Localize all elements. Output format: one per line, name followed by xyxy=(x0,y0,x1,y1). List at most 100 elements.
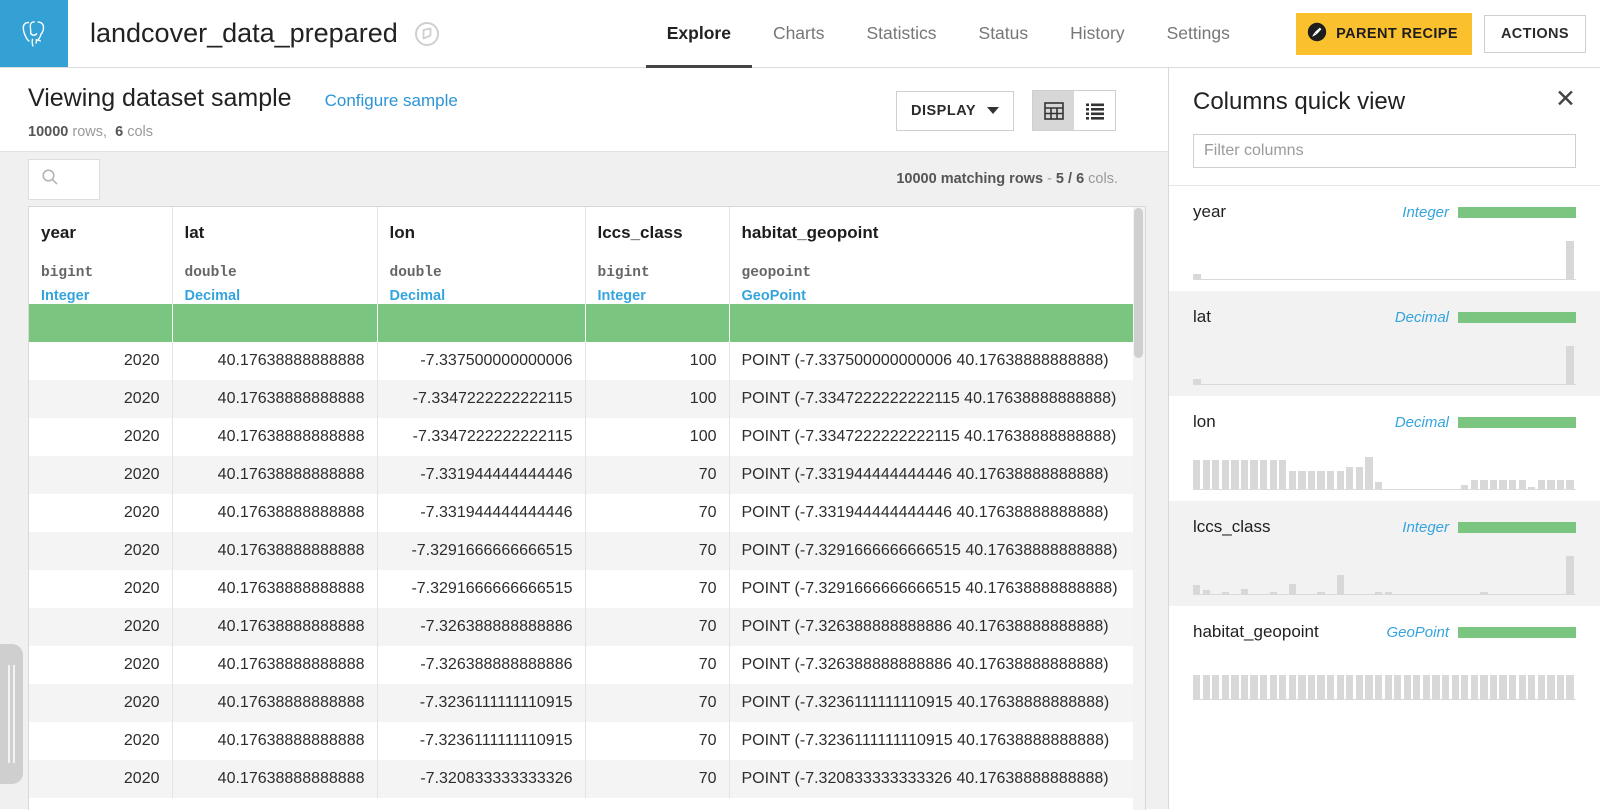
view-mode-toggle xyxy=(1032,90,1117,131)
histogram-bar xyxy=(1231,460,1239,489)
dataset-flag-icon[interactable] xyxy=(414,21,440,47)
cell-habitat_geopoint: POINT (-7.3236111111110915 40.1763888888… xyxy=(729,722,1145,760)
cell-lat: 40.17638888888888 xyxy=(172,532,378,570)
tab-statistics-label: Statistics xyxy=(866,22,937,43)
quick-view-quality-bar xyxy=(1458,626,1576,638)
column-sql-type: bigint xyxy=(597,265,650,281)
histogram-bar xyxy=(1317,471,1325,489)
column-meaning[interactable]: Decimal xyxy=(185,288,365,304)
histogram-bar xyxy=(1298,675,1306,699)
histogram-bar xyxy=(1279,675,1287,699)
table-row[interactable]: 2020 40.17638888888888 -7.326388888888886 7… xyxy=(29,646,1145,684)
table-row[interactable]: 2020 40.17638888888888 -7.3236111111110915… xyxy=(29,684,1145,722)
cell-lon: -7.326388888888886 xyxy=(377,646,586,684)
actions-button[interactable]: ACTIONS xyxy=(1483,14,1586,53)
cell-lccs_class: 100 xyxy=(585,342,730,380)
histogram-bar xyxy=(1231,675,1239,699)
column-meaning[interactable]: Decimal xyxy=(390,288,573,304)
table-row[interactable]: 2020 40.17638888888888 -7.331944444444446 7… xyxy=(29,494,1145,532)
cell-lccs_class: 70 xyxy=(585,570,730,608)
display-button[interactable]: DISPLAY xyxy=(896,90,1015,131)
postgres-elephant-icon[interactable] xyxy=(0,0,68,67)
table-scrollbar-thumb[interactable] xyxy=(1134,208,1143,358)
tab-settings[interactable]: Settings xyxy=(1146,1,1251,68)
column-meaning[interactable]: GeoPoint xyxy=(742,288,1133,304)
tab-status[interactable]: Status xyxy=(958,1,1050,68)
histogram-bar xyxy=(1556,480,1565,489)
table-row[interactable]: 2020 40.17638888888888 -7.3347222222222115… xyxy=(29,418,1145,456)
cell-habitat_geopoint: POINT (-7.320833333333326 40.17638888888… xyxy=(729,760,1145,798)
cell-year: 2020 xyxy=(29,608,173,646)
column-meaning[interactable]: Integer xyxy=(41,288,160,304)
cell-lon: -7.326388888888886 xyxy=(377,608,586,646)
dataset-title: landcover_data_prepared xyxy=(90,18,398,48)
column-header-lccs_class[interactable]: lccs_class bigint Integer xyxy=(585,207,730,304)
cell-year: 2020 xyxy=(29,722,173,760)
parent-recipe-button[interactable]: PARENT RECIPE xyxy=(1296,12,1472,55)
table-row[interactable]: 2020 40.17638888888888 -7.320833333333326 7… xyxy=(29,760,1145,798)
table-row[interactable]: 2020 40.17638888888888 -7.3291666666666515… xyxy=(29,532,1145,570)
histogram-bar xyxy=(1365,675,1373,699)
histogram-bar xyxy=(1202,675,1210,699)
table-row[interactable]: 2020 40.17638888888888 -7.3236111111110915… xyxy=(29,722,1145,760)
quick-view-item-habitat_geopoint[interactable]: habitat_geopoint GeoPoint xyxy=(1169,606,1600,711)
tab-charts[interactable]: Charts xyxy=(752,1,846,68)
quick-view-histogram xyxy=(1193,448,1576,490)
column-header-lon[interactable]: lon double Decimal xyxy=(377,207,586,304)
histogram-bar xyxy=(1508,675,1517,699)
table-row[interactable]: 2020 40.17638888888888 -7.3291666666666515… xyxy=(29,570,1145,608)
quick-view-column-name: lat xyxy=(1193,307,1211,326)
table-row[interactable]: 2020 40.17638888888888 -7.326388888888886 7… xyxy=(29,608,1145,646)
quick-view-histogram xyxy=(1193,658,1576,700)
quick-view-column-name: habitat_geopoint xyxy=(1193,622,1319,641)
list-view-icon[interactable] xyxy=(1074,91,1116,130)
histogram-bar xyxy=(1288,675,1297,699)
tab-statistics[interactable]: Statistics xyxy=(845,1,957,68)
table-row[interactable]: 2020 40.17638888888888 -7.331944444444446 7… xyxy=(29,456,1145,494)
quick-view-quality-bar xyxy=(1458,416,1576,428)
search-input[interactable] xyxy=(28,158,100,200)
quick-view-column-meaning: Integer xyxy=(1402,203,1449,221)
column-meaning[interactable]: Integer xyxy=(598,288,717,304)
histogram-bar xyxy=(1327,471,1335,489)
cell-lccs_class: 70 xyxy=(585,722,730,760)
histogram-bar xyxy=(1451,675,1459,699)
quick-view-item-lccs_class[interactable]: lccs_class Integer xyxy=(1169,501,1600,606)
quick-view-item-year[interactable]: year Integer xyxy=(1169,186,1600,291)
configure-sample-link[interactable]: Configure sample xyxy=(325,91,458,111)
topbar-actions: PARENT RECIPE ACTIONS xyxy=(1296,0,1600,67)
histogram-bar xyxy=(1470,480,1478,489)
quick-view-item-lon[interactable]: lon Decimal xyxy=(1169,396,1600,501)
column-header-lat[interactable]: lat double Decimal xyxy=(172,207,378,304)
tab-history[interactable]: History xyxy=(1049,1,1145,68)
grid-view-icon[interactable] xyxy=(1033,91,1075,130)
close-icon[interactable]: ✕ xyxy=(1555,87,1576,112)
histogram-bar xyxy=(1193,274,1201,279)
histogram-bar xyxy=(1489,675,1498,699)
histogram-bar xyxy=(1566,346,1574,384)
tab-charts-label: Charts xyxy=(772,22,825,43)
histogram-bar xyxy=(1279,460,1287,489)
quick-view-item-lat[interactable]: lat Decimal xyxy=(1169,291,1600,396)
broom-recipe-icon xyxy=(1307,22,1327,46)
data-grid[interactable]: year bigint Integer lat double Decimal lon doub… xyxy=(28,206,1146,810)
table-row[interactable]: 2020 40.17638888888888 -7.3347222222222115… xyxy=(29,380,1145,418)
histogram-bar xyxy=(1336,574,1344,594)
cell-lat: 40.17638888888888 xyxy=(172,684,378,722)
histogram-bar xyxy=(1269,592,1277,594)
table-vertical-scrollbar[interactable] xyxy=(1133,207,1145,810)
left-panel-drag-handle[interactable] xyxy=(0,644,23,784)
tab-explore[interactable]: Explore xyxy=(645,1,752,68)
cell-lat: 40.17638888888888 xyxy=(172,646,378,684)
histogram-bar xyxy=(1193,585,1201,594)
quick-view-column-name: year xyxy=(1193,202,1227,221)
cell-year: 2020 xyxy=(29,532,173,570)
cell-lon: -7.331944444444446 xyxy=(377,494,586,532)
column-header-year[interactable]: year bigint Integer xyxy=(29,207,173,304)
column-header-habitat_geopoint[interactable]: habitat_geopoint geopoint GeoPoint xyxy=(729,207,1145,304)
table-row[interactable]: 2020 40.17638888888888 -7.337500000000006 1… xyxy=(29,342,1145,380)
cell-lccs_class: 70 xyxy=(585,684,730,722)
filter-columns-input[interactable] xyxy=(1193,134,1576,168)
cell-lccs_class: 100 xyxy=(585,418,730,456)
quick-view-column-name: lon xyxy=(1193,412,1216,431)
